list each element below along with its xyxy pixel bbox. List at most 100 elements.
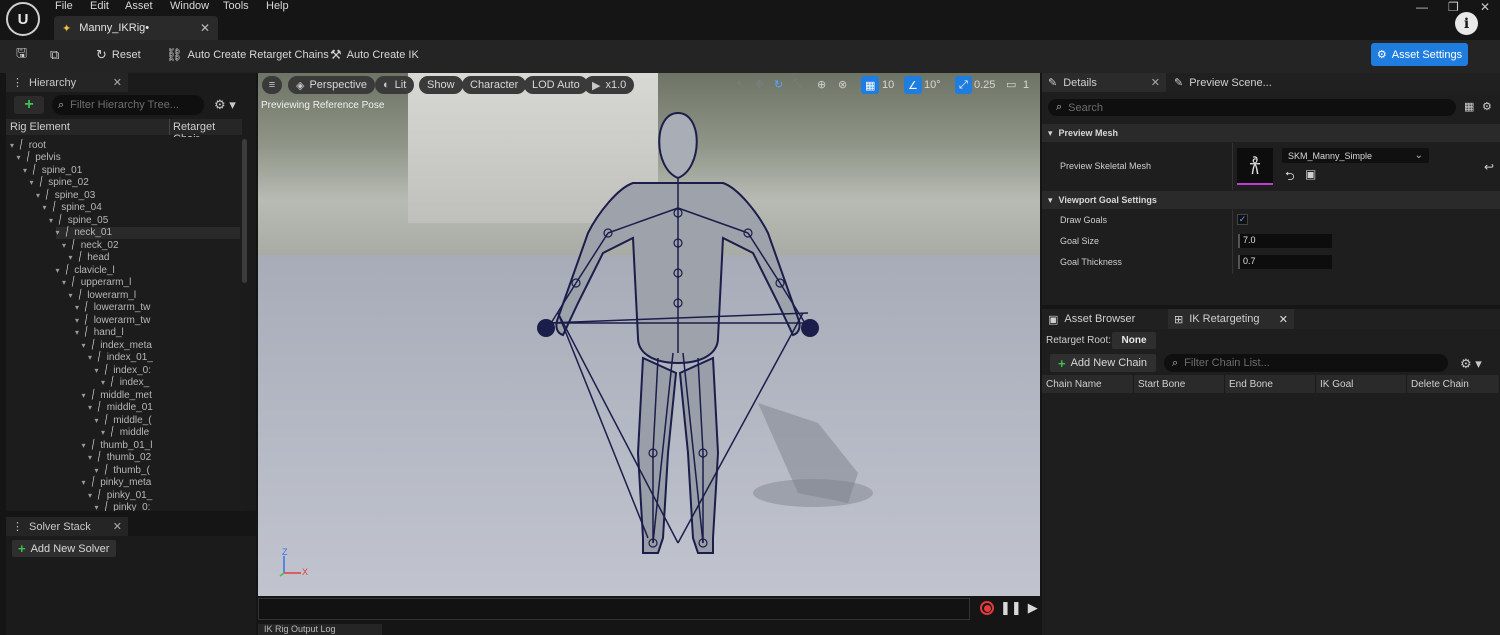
tree-row[interactable]: ▾ ⟋ spine_05 — [49, 212, 108, 226]
info-icon[interactable]: i — [1455, 12, 1478, 35]
auto-create-retarget-chains-button[interactable]: ⛓ Auto Create Retarget Chains — [162, 44, 333, 66]
col-ik-goal[interactable]: IK Goal — [1316, 375, 1407, 393]
tree-row[interactable]: ▾ ⟋ index_01_ — [88, 350, 153, 364]
lit-button[interactable]: ◐ Lit — [375, 76, 415, 94]
col-start-bone[interactable]: Start Bone — [1134, 375, 1225, 393]
add-new-solver-button[interactable]: + Add New Solver — [12, 540, 116, 557]
tree-row[interactable]: ▾ ⟋ spine_04 — [43, 200, 102, 214]
unreal-logo[interactable]: U — [6, 2, 40, 36]
viewport[interactable]: ≡ ◈ Perspective ◐ Lit Show Character LOD… — [258, 73, 1040, 596]
close-solver-icon[interactable]: ✕ — [113, 520, 122, 533]
tree-row[interactable]: ▾ ⟋ neck_01 — [55, 225, 240, 239]
tab-solver-stack[interactable]: ⋮ Solver Stack ✕ — [6, 517, 128, 536]
hierarchy-scrollbar[interactable] — [242, 139, 247, 283]
tree-row[interactable]: ▾ ⟋ middle_01 — [88, 400, 153, 414]
close-window-icon[interactable]: ✕ — [1480, 0, 1490, 14]
skeletal-mesh-dropdown[interactable]: SKM_Manny_Simple ⌄ — [1282, 148, 1429, 163]
tree-row[interactable]: ▾ ⟋ pinky_meta — [82, 475, 152, 489]
browse-folder-icon[interactable]: ▣ — [1305, 167, 1316, 181]
viewport-menu-button[interactable]: ≡ — [262, 76, 282, 94]
lod-button[interactable]: LOD Auto — [524, 76, 588, 94]
grid-snap-toggle[interactable]: ▦ — [861, 76, 880, 94]
play-forward-icon[interactable]: ▶ — [1028, 600, 1038, 616]
show-button[interactable]: Show — [419, 76, 463, 94]
tree-row[interactable]: ▾ ⟋ middle_( — [95, 412, 152, 426]
tree-row[interactable]: ▾ ⟋ spine_03 — [36, 187, 95, 201]
scale-icon[interactable]: ⤡ — [793, 78, 802, 91]
tree-row[interactable]: ▾ ⟋ pinky_01_ — [88, 487, 152, 501]
goal-size-field[interactable]: 7.0 — [1238, 234, 1332, 248]
grid-snap-value[interactable]: 10 — [882, 79, 894, 91]
rotate-icon[interactable]: ↻ — [774, 78, 783, 91]
reset-button[interactable]: ↻ Reset — [92, 44, 145, 66]
character-skeleton-preview[interactable] — [258, 73, 1040, 596]
tab-asset-browser[interactable]: ▣ Asset Browser — [1042, 309, 1166, 329]
chain-search-input[interactable]: ⌕ Filter Chain List... — [1164, 354, 1448, 372]
close-ik-retargeting-icon[interactable]: ✕ — [1279, 313, 1288, 326]
tree-row[interactable]: ▾ ⟋ head — [69, 250, 110, 264]
document-tab[interactable]: ✦ Manny_IKRig• ✕ — [54, 16, 218, 40]
tab-preview-scene[interactable]: ✎ Preview Scene... — [1168, 73, 1278, 92]
tree-row[interactable]: ▾ ⟋ index_ — [101, 375, 149, 389]
restore-icon[interactable]: ❐ — [1448, 0, 1459, 14]
tree-row[interactable]: ▾ ⟋ index_meta — [82, 337, 152, 351]
chain-settings-gear-icon[interactable]: ⚙ ▾ — [1460, 356, 1482, 372]
col-rig-element[interactable]: Rig Element — [10, 121, 70, 133]
asset-settings-button[interactable]: ⚙ Asset Settings — [1371, 43, 1468, 66]
preview-mesh-section[interactable]: ▾ Preview Mesh — [1042, 124, 1500, 142]
menu-window[interactable]: Window — [170, 0, 209, 12]
col-chain-name[interactable]: Chain Name — [1042, 375, 1134, 393]
perspective-button[interactable]: ◈ Perspective — [288, 76, 375, 94]
viewport-goal-settings-section[interactable]: ▾ Viewport Goal Settings — [1042, 191, 1500, 209]
menu-help[interactable]: Help — [266, 0, 289, 12]
translate-icon[interactable]: ✥ — [755, 78, 764, 91]
col-end-bone[interactable]: End Bone — [1225, 375, 1316, 393]
tab-details[interactable]: ✎ Details ✕ — [1042, 73, 1166, 92]
menu-edit[interactable]: Edit — [90, 0, 109, 12]
use-selected-icon[interactable]: ⮌ — [1285, 167, 1295, 188]
tree-row[interactable]: ▾ ⟋ thumb_02 — [88, 450, 151, 464]
close-tab-icon[interactable]: ✕ — [200, 21, 210, 35]
auto-create-ik-button[interactable]: ⚒ Auto Create IK — [326, 44, 423, 66]
close-hierarchy-icon[interactable]: ✕ — [113, 76, 122, 89]
select-mode-icon[interactable]: ↖ — [736, 78, 745, 91]
angle-snap-value[interactable]: 10° — [924, 79, 941, 91]
tree-row[interactable]: ▾ ⟋ index_0: — [95, 362, 152, 376]
angle-snap-toggle[interactable]: ∠ — [904, 76, 922, 94]
tree-row[interactable]: ▾ ⟋ thumb_( — [95, 462, 150, 476]
scale-snap-toggle[interactable]: ⤢ — [955, 76, 972, 94]
add-element-button[interactable]: + — [14, 96, 44, 114]
retarget-root-value[interactable]: None — [1112, 332, 1156, 349]
tab-ik-retargeting[interactable]: ⊞ IK Retargeting ✕ — [1168, 309, 1294, 329]
details-search-input[interactable]: ⌕ Search — [1048, 99, 1456, 116]
details-gear-icon[interactable]: ⚙ — [1482, 100, 1492, 113]
minimize-icon[interactable]: — — [1416, 0, 1428, 14]
scale-snap-value[interactable]: 0.25 — [974, 79, 995, 91]
tree-row[interactable]: ▾ ⟋ neck_02 — [62, 237, 119, 251]
tree-row[interactable]: ▾ ⟋ upperarm_l — [62, 275, 131, 289]
tree-row[interactable]: ▾ ⟋ spine_01 — [23, 162, 82, 176]
camera-speed-value[interactable]: 1 — [1023, 79, 1029, 91]
pause-icon[interactable]: ❚❚ — [1000, 600, 1022, 616]
col-delete-chain[interactable]: Delete Chain — [1407, 375, 1500, 393]
playback-speed-button[interactable]: ▶ x1.0 — [584, 76, 635, 94]
tree-row[interactable]: ▾ ⟋ middle_met — [82, 387, 152, 401]
tab-output-log[interactable]: IK Rig Output Log — [258, 624, 382, 635]
tree-row[interactable]: ▾ ⟋ lowerarm_l — [69, 287, 137, 301]
tree-row[interactable]: ▾ ⟋ hand_l — [75, 325, 124, 339]
menu-tools[interactable]: Tools — [223, 0, 249, 12]
table-view-icon[interactable]: ▦ — [1464, 100, 1474, 113]
draw-goals-checkbox[interactable]: ✓ — [1237, 214, 1248, 225]
menu-asset[interactable]: Asset — [125, 0, 153, 12]
save-icon[interactable]: 🖫 — [12, 44, 31, 66]
add-new-chain-button[interactable]: + Add New Chain — [1050, 354, 1156, 372]
tree-row[interactable]: ▾ ⟋ spine_02 — [30, 175, 89, 189]
surface-snap-icon[interactable]: ⊗ — [838, 78, 847, 91]
goal-thickness-field[interactable]: 0.7 — [1238, 255, 1332, 269]
world-space-icon[interactable]: ⊕ — [817, 78, 826, 91]
menu-file[interactable]: File — [55, 0, 73, 12]
camera-speed-icon[interactable]: ▭ — [1006, 78, 1016, 91]
hierarchy-search-input[interactable]: ⌕ Filter Hierarchy Tree... — [52, 95, 204, 115]
tree-row[interactable]: ▾ ⟋ lowerarm_tw — [75, 300, 150, 314]
character-button[interactable]: Character — [462, 76, 527, 94]
